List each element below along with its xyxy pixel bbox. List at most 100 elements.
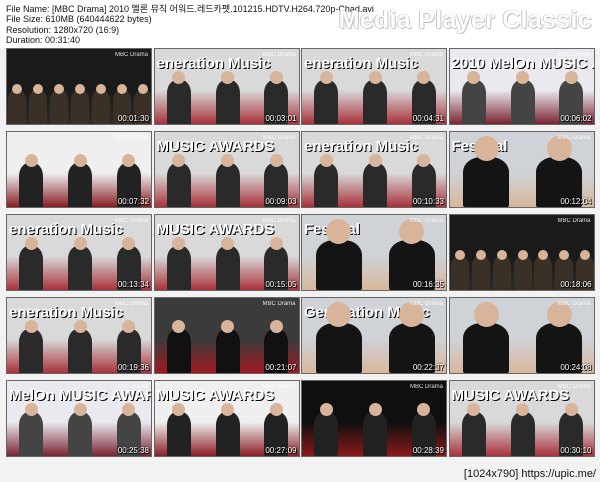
channel-logo: MBC Drama bbox=[557, 218, 591, 224]
video-thumbnail: 2010 MelOn MUSIC AWARDSMBC Drama00:06:02 bbox=[448, 48, 595, 125]
channel-logo: MBC Drama bbox=[409, 218, 443, 224]
person-head bbox=[368, 403, 382, 416]
video-thumbnail: MBC Drama 00:01:30 bbox=[6, 48, 152, 125]
person-figure bbox=[68, 329, 92, 373]
video-thumbnail: FestivalMBC Drama00:16:35 bbox=[301, 214, 447, 291]
thumbnail-timestamp: 00:03:01 bbox=[265, 114, 297, 123]
person-head bbox=[221, 320, 234, 333]
channel-logo: MBC Drama bbox=[262, 384, 296, 390]
thumbnail-timestamp: 00:18:06 bbox=[560, 280, 592, 289]
file-resolution: Resolution: 1280x720 (16:9) bbox=[6, 24, 120, 35]
person-figure bbox=[19, 246, 44, 290]
person-head bbox=[75, 84, 85, 94]
channel-logo: MBC Drama bbox=[114, 52, 148, 58]
person-figure bbox=[471, 256, 490, 290]
channel-logo: MBC Drama bbox=[262, 52, 296, 58]
channel-logo: MBC Drama bbox=[114, 384, 148, 390]
person-head bbox=[516, 403, 529, 416]
person-head bbox=[116, 84, 127, 94]
file-info: File Name: [MBC Drama] 2010 멜론 뮤직 어워드.레드… bbox=[6, 4, 374, 46]
person-figure bbox=[166, 329, 191, 373]
person-head bbox=[73, 154, 87, 167]
person-head bbox=[564, 403, 578, 416]
thumbnail-timestamp: 00:21:07 bbox=[265, 363, 297, 372]
person-head bbox=[24, 237, 38, 250]
person-head bbox=[73, 237, 87, 250]
channel-logo: MBC Drama bbox=[114, 218, 148, 224]
person-figure bbox=[68, 412, 92, 456]
channel-logo: MBC Drama bbox=[557, 52, 591, 58]
person-head bbox=[95, 84, 106, 94]
person-figure bbox=[450, 256, 469, 290]
file-duration: Duration: 00:31:40 bbox=[6, 35, 81, 46]
video-thumbnail: eneration Music MBC Drama 00:19:36 bbox=[6, 297, 152, 374]
thumbnail-grid: MBC Drama 00:01:30 eneration Music MBC Dram… bbox=[6, 48, 595, 460]
person-figure bbox=[315, 240, 362, 290]
channel-logo: MBC Drama bbox=[557, 135, 591, 141]
person-figure bbox=[492, 256, 511, 290]
person-figure bbox=[215, 163, 240, 207]
person-head bbox=[368, 71, 382, 84]
person-figure bbox=[510, 412, 535, 456]
person-figure bbox=[50, 90, 69, 124]
person-figure bbox=[215, 80, 240, 124]
video-thumbnail: MUSIC AWARDS MBC Drama 00:30:10 bbox=[448, 380, 595, 457]
image-size-footer: [1024x790] https://upic.me/ bbox=[463, 468, 596, 480]
person-figure bbox=[215, 329, 240, 373]
person-figure bbox=[314, 163, 339, 207]
person-head bbox=[24, 320, 38, 333]
video-thumbnail: MelOn MUSIC AWARDSMBC Drama00:25:38 bbox=[6, 380, 152, 457]
person-head bbox=[319, 154, 333, 167]
video-thumbnail: eneration Music MBC Drama 00:04:31 bbox=[301, 48, 447, 125]
channel-logo: MBC Drama bbox=[557, 301, 591, 307]
thumbnail-timestamp: 00:07:32 bbox=[117, 197, 149, 206]
person-head bbox=[319, 403, 333, 416]
person-figure bbox=[19, 163, 44, 207]
video-thumbnail: eneration Music MBC Drama 00:03:01 bbox=[153, 48, 300, 125]
person-head bbox=[473, 302, 499, 327]
person-head bbox=[326, 219, 351, 244]
person-head bbox=[73, 403, 87, 416]
person-figure bbox=[513, 256, 532, 290]
channel-logo: MBC Drama bbox=[262, 301, 296, 307]
person-head bbox=[269, 320, 283, 333]
channel-logo: MBC Drama bbox=[114, 135, 148, 141]
video-thumbnail: Generation Music MBC Drama 00:22:37 bbox=[301, 297, 447, 374]
thumbnail-timestamp: 00:10:33 bbox=[412, 197, 444, 206]
channel-logo: MBC Drama bbox=[409, 301, 443, 307]
thumbnail-timestamp: 00:06:02 bbox=[560, 114, 592, 123]
person-figure bbox=[19, 329, 44, 373]
thumbnail-timestamp: 00:09:03 bbox=[265, 197, 297, 206]
person-head bbox=[221, 403, 234, 416]
thumbnail-timestamp: 00:24:08 bbox=[560, 363, 592, 372]
person-figure bbox=[463, 157, 509, 207]
player-brand-logo: Media Player Classic bbox=[338, 6, 592, 34]
person-figure bbox=[463, 323, 509, 373]
person-head bbox=[137, 84, 148, 94]
person-head bbox=[221, 71, 234, 84]
video-thumbnail: MUSIC AWARDS MBC Drama 00:27:09 bbox=[153, 380, 300, 457]
channel-logo: MBC Drama bbox=[262, 218, 296, 224]
person-head bbox=[580, 250, 591, 260]
video-thumbnail: MBC Drama 00:07:32 bbox=[6, 131, 152, 208]
person-figure bbox=[166, 163, 191, 207]
person-head bbox=[269, 403, 283, 416]
person-head bbox=[517, 250, 528, 260]
video-thumbnail: MBC Drama 00:18:06 bbox=[448, 214, 595, 291]
person-head bbox=[269, 237, 283, 250]
file-name: File Name: [MBC Drama] 2010 멜론 뮤직 어워드.레드… bbox=[6, 4, 374, 14]
file-size: File Size: 610MB (640444622 bytes) bbox=[6, 14, 152, 25]
person-head bbox=[24, 403, 38, 416]
person-head bbox=[221, 154, 234, 167]
video-thumbnail: eneration Music MBC Drama 00:13:34 bbox=[6, 214, 152, 291]
thumbnail-timestamp: 00:22:37 bbox=[412, 363, 444, 372]
video-thumbnail: MBC Drama 00:24:08 bbox=[448, 297, 595, 374]
channel-logo: MBC Drama bbox=[409, 52, 443, 58]
thumbnail-timestamp: 00:25:38 bbox=[117, 446, 149, 455]
person-head bbox=[516, 71, 529, 84]
file-info-header: File Name: [MBC Drama] 2010 멜론 뮤직 어워드.레드… bbox=[0, 0, 600, 48]
thumbnail-timestamp: 00:30:10 bbox=[560, 446, 592, 455]
video-thumbnail: MUSIC AWARDS MBC Drama 00:09:03 bbox=[153, 131, 300, 208]
person-figure bbox=[215, 246, 240, 290]
person-head bbox=[473, 136, 499, 161]
